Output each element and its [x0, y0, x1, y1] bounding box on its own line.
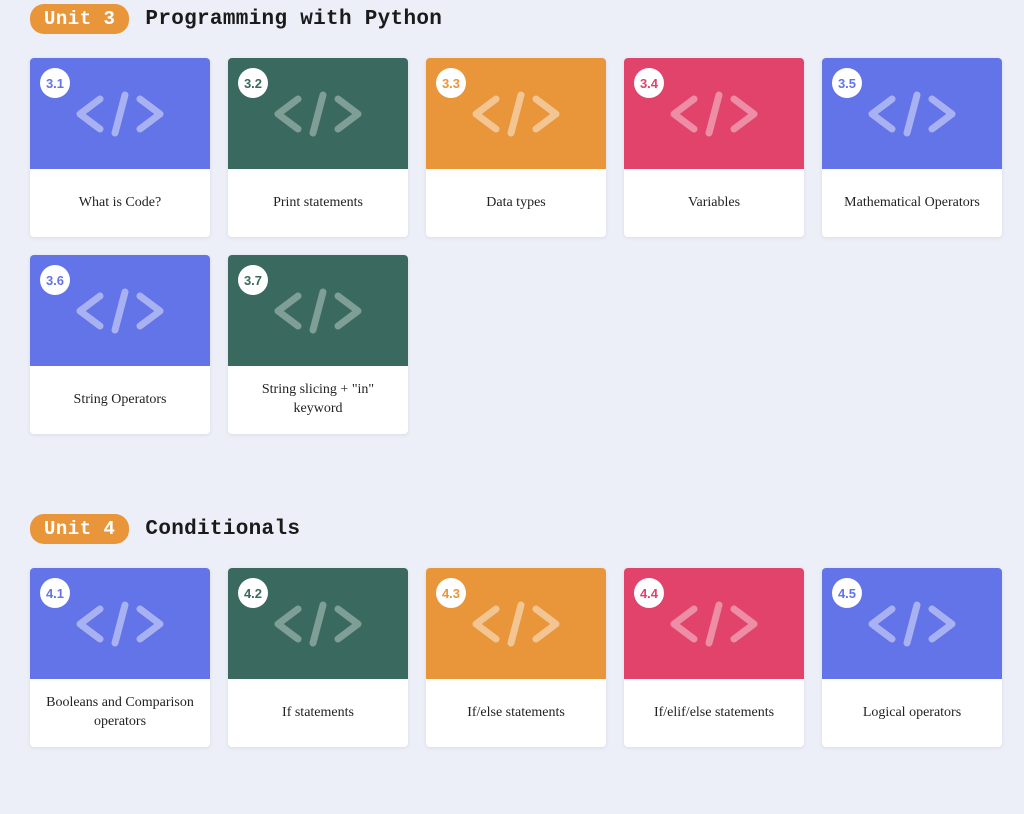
card-banner: 3.6	[30, 255, 210, 366]
lesson-number-badge: 4.4	[634, 578, 664, 608]
lesson-number-badge: 4.2	[238, 578, 268, 608]
card-footer: Data types	[426, 169, 606, 237]
card-footer: String slicing + "in" keyword	[228, 366, 408, 434]
lesson-title: What is Code?	[79, 194, 161, 213]
lesson-card[interactable]: 3.7 String slicing + "in" keyword	[228, 255, 408, 434]
lesson-card[interactable]: 3.1 What is Code?	[30, 58, 210, 237]
code-icon	[461, 599, 571, 649]
code-icon	[659, 599, 769, 649]
lesson-card[interactable]: 4.3 If/else statements	[426, 568, 606, 747]
card-banner: 3.4	[624, 58, 804, 169]
lesson-title: Booleans and Comparison operators	[40, 694, 200, 732]
code-icon	[65, 89, 175, 139]
lesson-title: If/else statements	[467, 704, 565, 723]
lesson-number-badge: 3.3	[436, 68, 466, 98]
code-icon	[263, 89, 373, 139]
card-banner: 3.2	[228, 58, 408, 169]
card-banner: 4.3	[426, 568, 606, 679]
card-footer: String Operators	[30, 366, 210, 434]
code-icon	[461, 89, 571, 139]
lesson-card[interactable]: 3.6 String Operators	[30, 255, 210, 434]
card-banner: 4.2	[228, 568, 408, 679]
card-footer: Variables	[624, 169, 804, 237]
lesson-title: Variables	[688, 194, 740, 213]
card-footer: If/else statements	[426, 679, 606, 747]
code-icon	[857, 89, 967, 139]
card-footer: Print statements	[228, 169, 408, 237]
lesson-number-badge: 4.3	[436, 578, 466, 608]
lesson-title: String Operators	[74, 391, 167, 410]
lesson-number-badge: 4.5	[832, 578, 862, 608]
lesson-title: Print statements	[273, 194, 363, 213]
card-banner: 4.5	[822, 568, 1002, 679]
lesson-title: Logical operators	[863, 704, 961, 723]
lesson-number-badge: 3.6	[40, 265, 70, 295]
lesson-card[interactable]: 3.4 Variables	[624, 58, 804, 237]
lesson-number-badge: 3.5	[832, 68, 862, 98]
code-icon	[857, 599, 967, 649]
lesson-title: Mathematical Operators	[844, 194, 980, 213]
lesson-number-badge: 3.4	[634, 68, 664, 98]
card-banner: 4.1	[30, 568, 210, 679]
card-footer: Mathematical Operators	[822, 169, 1002, 237]
lesson-card[interactable]: 4.1 Booleans and Comparison operators	[30, 568, 210, 747]
lesson-card[interactable]: 4.5 Logical operators	[822, 568, 1002, 747]
lesson-number-badge: 3.7	[238, 265, 268, 295]
lesson-number-badge: 3.2	[238, 68, 268, 98]
lesson-grid-unit-4: 4.1 Booleans and Comparison operators 4.…	[30, 568, 994, 747]
lesson-number-badge: 3.1	[40, 68, 70, 98]
code-icon	[659, 89, 769, 139]
card-footer: If statements	[228, 679, 408, 747]
unit-header: Unit 4 Conditionals	[30, 514, 994, 544]
lesson-title: If/elif/else statements	[654, 704, 774, 723]
unit-title: Programming with Python	[145, 8, 442, 31]
lesson-title: If statements	[282, 704, 354, 723]
card-banner: 3.1	[30, 58, 210, 169]
card-banner: 3.3	[426, 58, 606, 169]
card-banner: 4.4	[624, 568, 804, 679]
card-footer: Booleans and Comparison operators	[30, 679, 210, 747]
lesson-title: Data types	[486, 194, 545, 213]
lesson-title: String slicing + "in" keyword	[238, 381, 398, 419]
lesson-card[interactable]: 4.2 If statements	[228, 568, 408, 747]
code-icon	[65, 599, 175, 649]
card-footer: If/elif/else statements	[624, 679, 804, 747]
unit-badge: Unit 3	[30, 4, 129, 34]
card-banner: 3.5	[822, 58, 1002, 169]
unit-title: Conditionals	[145, 518, 300, 541]
lesson-card[interactable]: 3.5 Mathematical Operators	[822, 58, 1002, 237]
lesson-number-badge: 4.1	[40, 578, 70, 608]
lesson-card[interactable]: 3.3 Data types	[426, 58, 606, 237]
code-icon	[263, 286, 373, 336]
card-banner: 3.7	[228, 255, 408, 366]
lesson-card[interactable]: 3.2 Print statements	[228, 58, 408, 237]
code-icon	[263, 599, 373, 649]
card-footer: Logical operators	[822, 679, 1002, 747]
unit-badge: Unit 4	[30, 514, 129, 544]
lesson-grid-unit-3: 3.1 What is Code? 3.2 Print statements 3…	[30, 58, 994, 434]
card-footer: What is Code?	[30, 169, 210, 237]
lesson-card[interactable]: 4.4 If/elif/else statements	[624, 568, 804, 747]
unit-header: Unit 3 Programming with Python	[30, 4, 994, 34]
code-icon	[65, 286, 175, 336]
